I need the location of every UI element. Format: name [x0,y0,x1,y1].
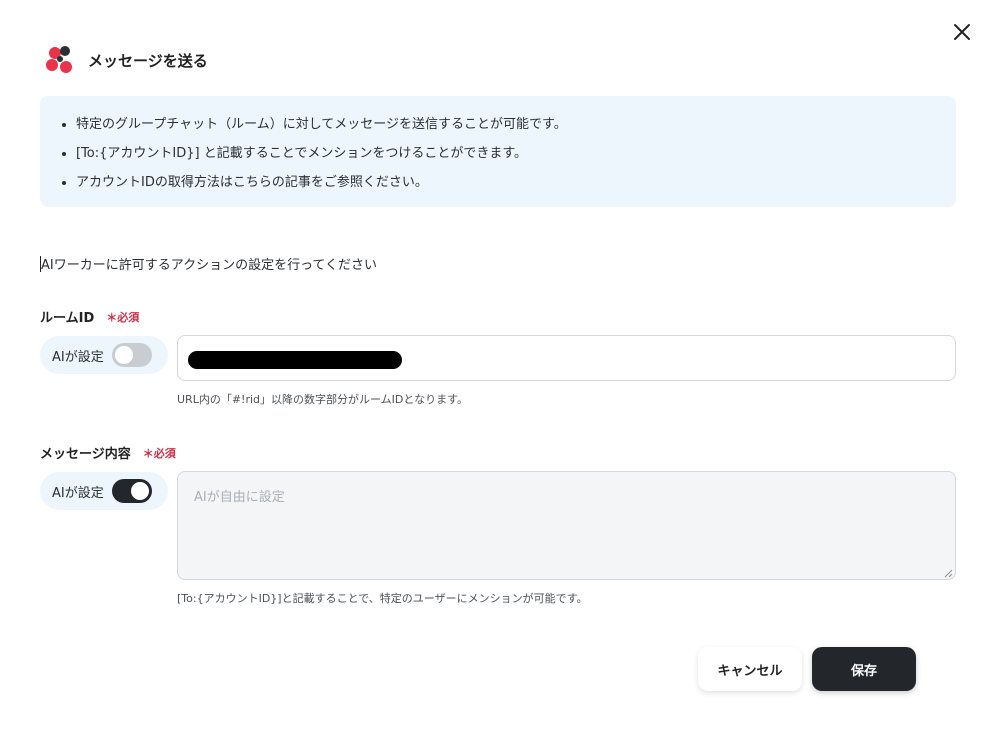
info-item: [To:{アカウントID}] と記載することでメンションをつけることができます。 [76,139,936,168]
required-badge: ＊必須 [106,310,140,324]
message-ai-toggle[interactable]: AIが設定 [40,472,168,510]
message-hint: [To:{アカウントID}]と記載することで、特定のユーザーにメンションが可能で… [177,592,588,605]
info-item: 特定のグループチャット（ルーム）に対してメッセージを送信することが可能です。 [76,110,936,139]
section-description-text: AIワーカーに許可するアクションの設定を行ってください [41,258,378,273]
room-id-ai-switch[interactable] [111,343,152,367]
switch-knob [114,346,133,364]
modal-header: メッセージを送る [44,44,208,76]
info-box: 特定のグループチャット（ルーム）に対してメッセージを送信することが可能です。 [… [40,96,956,207]
message-label: メッセージ内容 ＊必須 [40,443,176,463]
chatwork-logo-icon [44,44,76,76]
switch-knob [130,482,149,500]
ai-toggle-label: AIが設定 [52,485,104,501]
redacted-value [188,351,402,369]
required-badge: ＊必須 [142,446,176,460]
modal-title: メッセージを送る [88,51,208,70]
send-message-modal: メッセージを送る 特定のグループチャット（ルーム）に対してメッセージを送信するこ… [0,0,996,755]
message-label-text: メッセージ内容 [40,447,131,462]
resize-handle-icon[interactable] [943,567,953,578]
message-ai-switch[interactable] [111,479,152,503]
room-id-label: ルームID ＊必須 [40,307,140,327]
room-id-hint: URL内の「#!rid」以降の数字部分がルームIDとなります。 [177,393,468,406]
message-textarea[interactable]: AIが自由に設定 [177,471,956,580]
room-id-ai-toggle[interactable]: AIが設定 [40,336,168,374]
info-item: アカウントIDの取得方法はこちらの記事をご参照ください。 [76,168,936,197]
section-description: AIワーカーに許可するアクションの設定を行ってください [40,254,377,273]
cancel-button[interactable]: キャンセル [698,647,802,691]
message-placeholder: AIが自由に設定 [194,490,285,505]
ai-toggle-label: AIが設定 [52,349,104,365]
close-icon [953,23,971,45]
room-id-label-text: ルームID [40,311,95,326]
room-id-input[interactable] [177,335,956,381]
close-button[interactable] [950,22,974,46]
save-button[interactable]: 保存 [812,647,916,691]
